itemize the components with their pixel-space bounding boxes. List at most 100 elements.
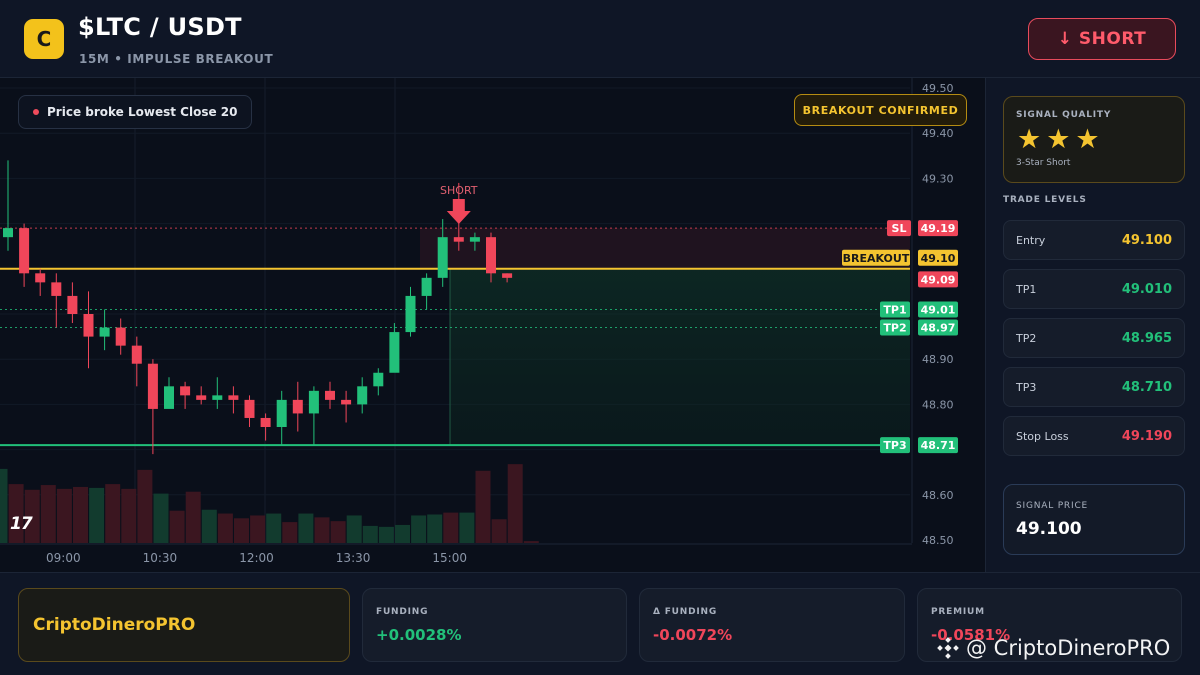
candle-body: [389, 332, 400, 373]
volume-bar: [185, 491, 201, 543]
trade-levels-title: TRADE LEVELS: [1003, 195, 1087, 205]
y-tick-label: 48.80: [922, 398, 954, 411]
level-row-tp2: TP2 48.965: [1003, 318, 1185, 358]
volume-bar: [153, 493, 169, 543]
candle-body: [405, 295, 416, 333]
candle-body: [99, 327, 110, 337]
volume-bar: [411, 515, 427, 543]
breakout-confirmed-badge: BREAKOUT CONFIRMED: [794, 94, 967, 126]
pair-title: $LTC / USDT: [78, 13, 242, 41]
candle-body: [276, 399, 287, 427]
candle-body: [19, 228, 30, 274]
tp2-label-tag: TP2: [880, 319, 910, 336]
watermark: @ CriptoDineroPRO: [936, 636, 1170, 660]
level-row-entry: Entry 49.100: [1003, 220, 1185, 260]
tp2-value-tag-text: 48.97: [921, 322, 956, 335]
tp1-label-tag-text: TP1: [883, 303, 906, 316]
volume-bar: [89, 487, 105, 543]
tradingview-logo-icon: 17: [10, 514, 33, 534]
right-panel: SIGNAL QUALITY ★★★ 3-Star Short TRADE LE…: [985, 78, 1200, 572]
y-tick-label: 48.90: [922, 353, 954, 366]
level-name: TP2: [1016, 332, 1037, 345]
signal-quality-sub: 3-Star Short: [1016, 158, 1071, 168]
funding-card: FUNDING +0.0028%: [362, 588, 627, 662]
candle-body: [196, 395, 207, 400]
volume-bar: [73, 486, 88, 543]
short-marker-label: SHORT: [440, 184, 478, 197]
breakout-label-tag-text: BREAKOUT: [843, 252, 910, 265]
price-chart[interactable]: SHORT 49.50 49.40 49.30 48.90 48.80 48.60 48.50…: [0, 78, 985, 572]
signal-price-label: SIGNAL PRICE: [1016, 501, 1089, 511]
candle-body: [357, 386, 368, 405]
candle-body: [341, 399, 352, 405]
x-tick-label: 12:00: [239, 551, 274, 565]
candle-body: [325, 390, 335, 400]
x-tick-label: 13:30: [336, 551, 371, 565]
candle-body: [292, 399, 303, 414]
level-name: Entry: [1016, 234, 1046, 247]
level-value: 49.010: [1121, 282, 1172, 297]
take-profit-zone: [450, 268, 910, 446]
volume-bar: [137, 469, 153, 543]
watermark-text: @ CriptoDineroPRO: [966, 636, 1171, 660]
x-tick-label: 15:00: [432, 551, 467, 565]
level-value: 48.965: [1121, 331, 1172, 346]
pair-subtitle: 15M • IMPULSE BREAKOUT: [79, 52, 274, 66]
volume-bar: [282, 522, 298, 543]
binance-logo-icon: [937, 637, 959, 659]
volume-bar: [217, 513, 233, 543]
y-tick-label: 48.60: [922, 489, 954, 502]
volume-bar: [169, 510, 185, 543]
candle-body: [502, 273, 513, 278]
volume-bar: [121, 488, 137, 543]
short-button[interactable]: ↓ SHORT: [1028, 18, 1176, 60]
candle-body: [164, 386, 174, 409]
coin-logo-icon: C: [24, 19, 64, 59]
candle-body: [131, 345, 142, 364]
volume-bar: [346, 515, 362, 543]
volume-bar: [523, 541, 539, 543]
funding-value: +0.0028%: [376, 626, 462, 644]
level-value: 49.190: [1121, 429, 1172, 444]
candle-body: [35, 273, 46, 283]
volume-bar: [378, 526, 394, 543]
funding-label: FUNDING: [376, 607, 429, 617]
candle-body: [3, 228, 13, 238]
sl-label-tag-text: SL: [892, 222, 907, 235]
tp3-label-tag-text: TP3: [883, 439, 906, 452]
candle-body: [453, 237, 464, 242]
volume-bar: [234, 518, 249, 543]
level-row-tp1: TP1 49.010: [1003, 269, 1185, 309]
tp3-value-tag-text: 48.71: [921, 439, 956, 452]
sl-value-tag-text: 49.19: [921, 222, 956, 235]
red-dot-icon: [33, 109, 39, 115]
volume-bar: [250, 515, 266, 543]
sl-label-tag: SL: [887, 220, 911, 237]
signal-quality-label: SIGNAL QUALITY: [1016, 110, 1112, 120]
candlestick-chart[interactable]: SHORT49.5049.4049.3048.9048.8048.6048.50…: [0, 78, 985, 572]
level-value: 49.100: [1121, 233, 1172, 248]
current-price-tag-text: 49.09: [921, 273, 956, 286]
candle-body: [212, 395, 223, 400]
level-row-tp3: TP3 48.710: [1003, 367, 1185, 407]
volume-bar: [298, 513, 314, 543]
volume-bar: [56, 488, 72, 543]
signal-price-card: SIGNAL PRICE 49.100: [1003, 484, 1185, 555]
candle-body: [308, 390, 319, 414]
level-name: TP3: [1016, 381, 1037, 394]
volume-bar: [201, 509, 217, 543]
header: C $LTC / USDT 15M • IMPULSE BREAKOUT ↓ S…: [0, 0, 1200, 78]
star-rating-icon: ★★★: [1017, 124, 1105, 155]
delta-funding-card: Δ FUNDING -0.0072%: [639, 588, 905, 662]
tp1-value-tag-text: 49.01: [921, 303, 956, 316]
tp2-label-tag-text: TP2: [883, 322, 906, 335]
volume-bar: [443, 512, 459, 543]
volume-bar: [40, 485, 56, 543]
breakout-value-tag: 49.10: [918, 249, 958, 266]
tp3-value-tag: 48.71: [918, 437, 958, 454]
candle-body: [486, 237, 496, 274]
tp3-label-tag: TP3: [880, 437, 910, 454]
breakout-value-tag-text: 49.10: [921, 252, 956, 265]
candle-body: [180, 386, 191, 396]
y-tick-label: 49.30: [922, 172, 954, 185]
